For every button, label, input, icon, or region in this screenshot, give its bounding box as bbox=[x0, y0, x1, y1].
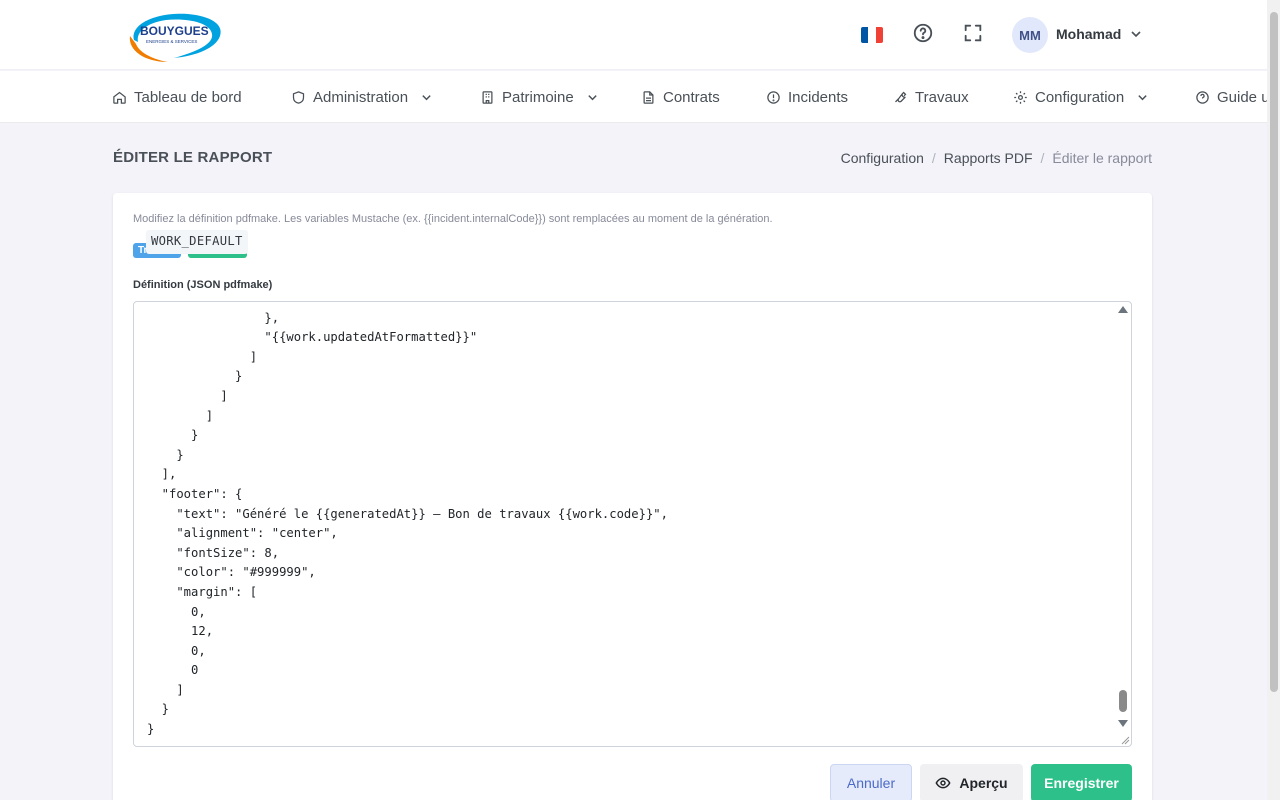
code-line: "fontSize": 8, bbox=[147, 545, 280, 560]
file-text-icon bbox=[643, 90, 654, 104]
code-line: "margin": [ bbox=[147, 584, 258, 599]
code-line: ] bbox=[147, 349, 258, 364]
code-line: } bbox=[147, 447, 184, 462]
flag-blue-stripe bbox=[861, 27, 869, 43]
code-line: 12, bbox=[147, 624, 214, 639]
shield-icon bbox=[292, 90, 305, 104]
definition-label: Définition (JSON pdfmake) bbox=[133, 279, 273, 291]
user-name[interactable]: Mohamad bbox=[1056, 26, 1121, 42]
nav-item-configuration[interactable]: Configuration bbox=[1013, 71, 1148, 122]
cancel-button-label: Annuler bbox=[846, 775, 896, 791]
code-line: ] bbox=[147, 388, 228, 403]
report-code-badge: WORK_DEFAULT bbox=[146, 230, 248, 254]
chevron-down-icon bbox=[1138, 94, 1147, 100]
top-header: BOUYGUES ENERGIES & SERVICES MM Mohamad bbox=[0, 0, 1267, 70]
cancel-button[interactable]: Annuler bbox=[830, 764, 912, 800]
code-line: } bbox=[147, 722, 155, 737]
code-line: "{{work.updatedAtFormatted}}" bbox=[147, 330, 478, 345]
breadcrumb-rapports-pdf[interactable]: Rapports PDF bbox=[944, 150, 1033, 166]
nav-item-label: Administration bbox=[313, 88, 409, 106]
page-scrollbar-thumb[interactable] bbox=[1270, 12, 1278, 692]
code-line: 0, bbox=[147, 604, 206, 619]
preview-button-label: Aperçu bbox=[959, 775, 1008, 791]
nav-item-label: Patrimoine bbox=[502, 88, 574, 106]
chevron-down-icon bbox=[422, 94, 431, 100]
breadcrumb: Configuration / Rapports PDF / Éditer le… bbox=[841, 150, 1152, 166]
main-navbar: Tableau de bord Administration Patrimoin… bbox=[0, 71, 1267, 123]
chevron-down-icon bbox=[588, 94, 597, 100]
user-avatar[interactable]: MM bbox=[1012, 17, 1048, 53]
nav-item-dashboard[interactable]: Tableau de bord bbox=[112, 71, 242, 122]
wrench-icon bbox=[895, 91, 907, 102]
scroll-down-arrow[interactable] bbox=[1118, 720, 1128, 727]
breadcrumb-separator: / bbox=[931, 150, 936, 166]
code-line: "alignment": "center", bbox=[147, 526, 338, 541]
code-line: } bbox=[147, 428, 199, 443]
page-scrollbar[interactable] bbox=[1267, 0, 1280, 800]
language-flag-fr[interactable] bbox=[861, 27, 883, 43]
svg-text:ENERGIES & SERVICES: ENERGIES & SERVICES bbox=[146, 39, 197, 44]
nav-item-label: Incidents bbox=[788, 88, 849, 106]
help-circle-icon bbox=[1196, 90, 1209, 104]
save-button-label: Enregistrer bbox=[1044, 775, 1119, 791]
save-button[interactable]: Enregistrer bbox=[1031, 764, 1132, 800]
nav-item-travaux[interactable]: Travaux bbox=[893, 71, 969, 122]
code-line: }, bbox=[147, 310, 280, 325]
chevron-down-icon[interactable] bbox=[1130, 28, 1142, 40]
eye-icon bbox=[935, 777, 951, 789]
breadcrumb-separator: / bbox=[1040, 150, 1045, 166]
nav-item-label: Travaux bbox=[915, 88, 969, 106]
flag-red-stripe bbox=[875, 27, 883, 43]
svg-text:BOUYGUES: BOUYGUES bbox=[140, 24, 209, 38]
nav-item-guide[interactable]: Guide u bbox=[1195, 71, 1267, 122]
code-line: "color": "#999999", bbox=[147, 565, 316, 580]
code-line: } bbox=[147, 369, 243, 384]
bouygues-logo[interactable]: BOUYGUES ENERGIES & SERVICES bbox=[126, 10, 226, 64]
code-line: 0 bbox=[147, 663, 199, 678]
code-line: "text": "Généré le {{generatedAt}} — Bon… bbox=[147, 506, 668, 521]
nav-item-label: Contrats bbox=[663, 88, 720, 106]
preview-button[interactable]: Aperçu bbox=[920, 764, 1023, 800]
nav-item-contrats[interactable]: Contrats bbox=[641, 71, 720, 122]
code-line: ] bbox=[147, 682, 184, 697]
code-line: "bold": true bbox=[147, 302, 668, 309]
form-description: Modifiez la définition pdfmake. Les vari… bbox=[133, 213, 773, 225]
scroll-up-arrow[interactable] bbox=[1118, 306, 1128, 313]
nav-item-label: Guide u bbox=[1217, 88, 1267, 106]
alert-circle-icon bbox=[767, 90, 780, 104]
breadcrumb-current: Éditer le rapport bbox=[1052, 150, 1152, 166]
fullscreen-icon[interactable] bbox=[962, 22, 984, 44]
code-line: ], bbox=[147, 467, 177, 482]
nav-item-patrimoine[interactable]: Patrimoine bbox=[480, 71, 598, 122]
report-badges: WORK_DEFAULT Travaux Par défaut bbox=[133, 230, 248, 258]
code-line: "footer": { bbox=[147, 486, 243, 501]
flag-white-stripe bbox=[868, 27, 876, 43]
home-icon bbox=[113, 91, 126, 104]
page-title: ÉDITER LE RAPPORT bbox=[113, 149, 273, 166]
report-edit-card: Modifiez la définition pdfmake. Les vari… bbox=[113, 193, 1152, 800]
code-line: 0, bbox=[147, 643, 206, 658]
building-icon bbox=[482, 90, 493, 104]
code-line: } bbox=[147, 702, 170, 717]
textarea-scrollbar-thumb[interactable] bbox=[1119, 690, 1127, 712]
breadcrumb-configuration[interactable]: Configuration bbox=[841, 150, 924, 166]
resize-handle-icon[interactable] bbox=[1120, 735, 1130, 745]
nav-item-label: Tableau de bord bbox=[134, 88, 242, 106]
nav-item-administration[interactable]: Administration bbox=[291, 71, 432, 122]
code-line: ] bbox=[147, 408, 214, 423]
gear-icon bbox=[1014, 90, 1027, 104]
json-definition-textarea[interactable]: "bold": true }, "{{work.updatedAtFormatt… bbox=[133, 301, 1132, 747]
code-content: "bold": true }, "{{work.updatedAtFormatt… bbox=[147, 302, 668, 740]
nav-item-label: Configuration bbox=[1035, 88, 1125, 106]
help-icon[interactable] bbox=[912, 22, 934, 44]
nav-item-incidents[interactable]: Incidents bbox=[766, 71, 849, 122]
